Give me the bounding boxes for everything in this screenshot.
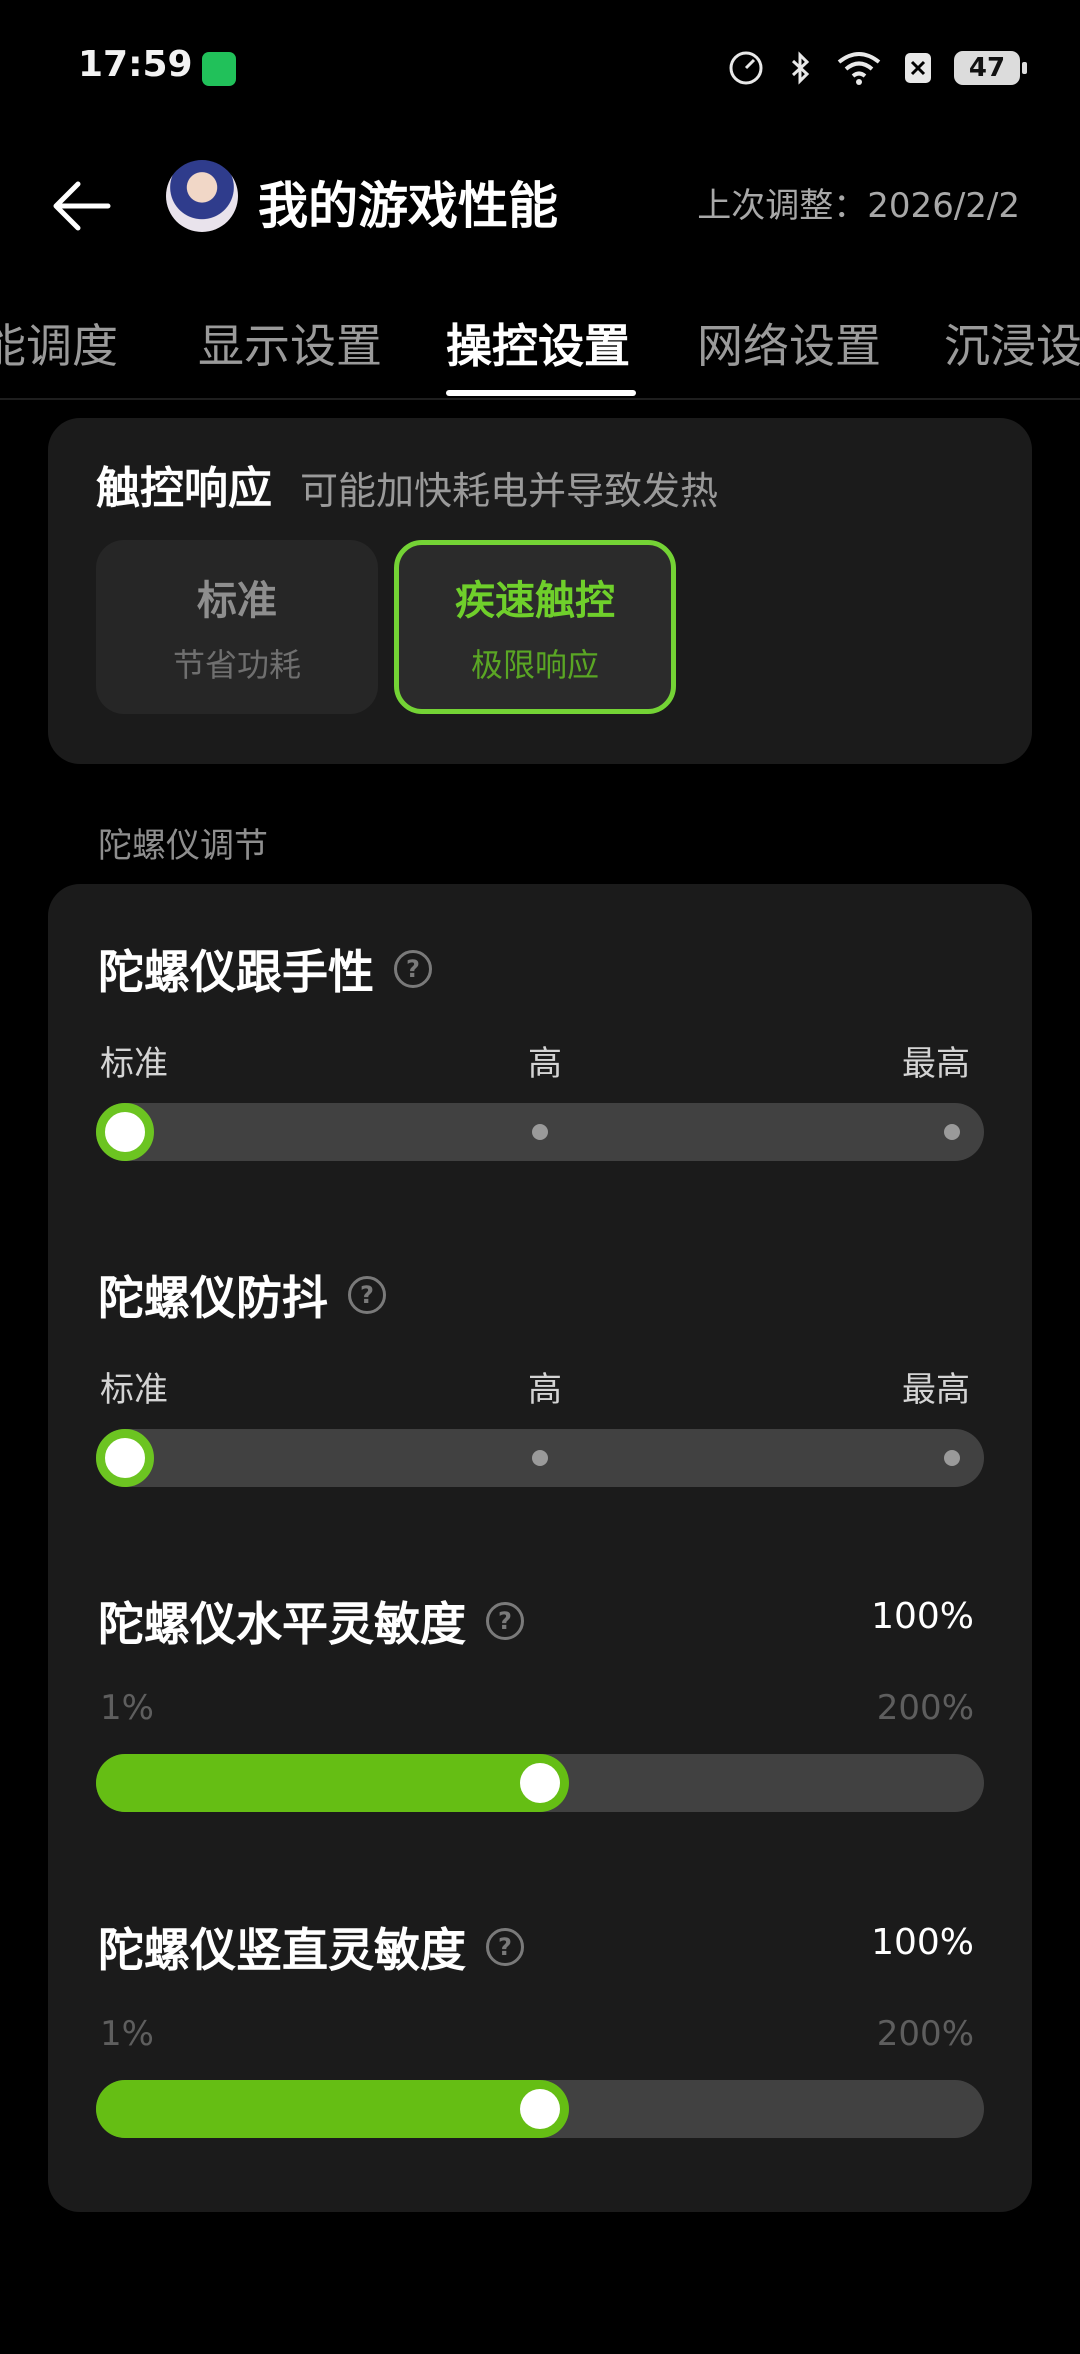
option-title: 标准	[197, 578, 277, 624]
section-label-gyro: 陀螺仪调节	[98, 826, 268, 866]
option-subtitle: 节省功耗	[172, 646, 301, 684]
range-max-label: 200%	[876, 1688, 974, 1728]
gyro-shake-slider[interactable]	[96, 1429, 984, 1487]
touch-response-title: 触控响应	[96, 463, 272, 514]
slider-thumb[interactable]	[520, 1763, 560, 1803]
gyro-horizontal-title: 陀螺仪水平灵敏度 ?	[98, 1588, 524, 1654]
level-label: 最高	[902, 1370, 970, 1410]
horizontal-value: 100%	[871, 1596, 974, 1637]
last-adjust-time: 上次调整：2026/2/2	[697, 186, 1020, 226]
help-icon[interactable]: ?	[486, 1928, 524, 1966]
option-title: 疾速触控	[455, 578, 615, 624]
help-icon[interactable]: ?	[486, 1602, 524, 1640]
battery-icon: 47	[954, 51, 1027, 85]
level-label: 最高	[902, 1044, 970, 1084]
slider-stop	[532, 1450, 548, 1466]
vertical-value: 100%	[871, 1922, 974, 1963]
slider-fill	[96, 2080, 569, 2138]
gyro-horizontal-label: 陀螺仪水平灵敏度	[98, 1597, 466, 1651]
tab-bar: 能调度 显示设置 操控设置 网络设置 沉浸设	[0, 300, 1080, 400]
bluetooth-icon	[791, 51, 810, 85]
slider-thumb[interactable]	[96, 1103, 154, 1161]
tab-network[interactable]: 网络设置	[697, 310, 881, 376]
level-label: 高	[528, 1044, 562, 1084]
gyro-shake-label: 陀螺仪防抖	[98, 1271, 328, 1325]
page-title: 我的游戏性能	[258, 177, 558, 235]
range-max-label: 200%	[876, 2014, 974, 2054]
range-min-label: 1%	[100, 2014, 154, 2054]
level-label: 标准	[100, 1044, 168, 1084]
status-time: 17:59	[78, 44, 193, 85]
wifi-icon	[837, 52, 881, 85]
level-label: 标准	[100, 1370, 168, 1410]
gyro-follow-slider[interactable]	[96, 1103, 984, 1161]
touch-option-fast[interactable]: 疾速触控 极限响应	[394, 540, 676, 714]
no-sim-icon	[905, 53, 931, 83]
slider-stop	[944, 1450, 960, 1466]
help-icon[interactable]: ?	[394, 950, 432, 988]
level-label: 高	[528, 1370, 562, 1410]
speedometer-icon	[729, 51, 763, 85]
slider-stop	[532, 1124, 548, 1140]
gyro-vertical-title: 陀螺仪竖直灵敏度 ?	[98, 1914, 524, 1980]
battery-saver-app-icon	[202, 52, 236, 86]
tab-performance[interactable]: 能调度	[0, 310, 118, 376]
touch-response-warning: 可能加快耗电并导致发热	[300, 469, 719, 513]
tab-immersive[interactable]: 沉浸设	[944, 310, 1080, 376]
tab-display[interactable]: 显示设置	[198, 310, 382, 376]
slider-stop	[944, 1124, 960, 1140]
gyro-follow-title: 陀螺仪跟手性 ?	[98, 936, 432, 1002]
divider	[0, 398, 1080, 400]
gyro-horizontal-slider[interactable]	[96, 1754, 984, 1812]
slider-thumb[interactable]	[520, 2089, 560, 2129]
tab-controls[interactable]: 操控设置	[446, 310, 630, 376]
status-icons: 47	[728, 50, 1027, 86]
option-subtitle: 极限响应	[470, 646, 599, 684]
gyro-vertical-label: 陀螺仪竖直灵敏度	[98, 1923, 466, 1977]
back-arrow-icon[interactable]	[48, 170, 120, 242]
slider-fill	[96, 1754, 569, 1812]
gyro-vertical-slider[interactable]	[96, 2080, 984, 2138]
tab-indicator	[446, 390, 636, 396]
help-icon[interactable]: ?	[348, 1276, 386, 1314]
slider-thumb[interactable]	[96, 1429, 154, 1487]
gyro-follow-label: 陀螺仪跟手性	[98, 945, 374, 999]
gyro-shake-title: 陀螺仪防抖 ?	[98, 1262, 386, 1328]
avatar	[166, 160, 238, 232]
touch-option-standard[interactable]: 标准 节省功耗	[96, 540, 378, 714]
range-min-label: 1%	[100, 1688, 154, 1728]
